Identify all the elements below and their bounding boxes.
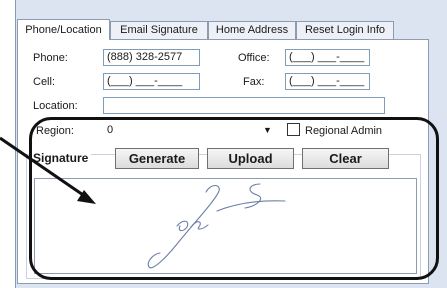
cell-label: Cell: [33,76,56,88]
tab-email-signature[interactable]: Email Signature [110,21,208,39]
location-field[interactable] [103,97,385,114]
clear-button[interactable]: Clear [302,148,389,169]
tab-home-address[interactable]: Home Address [208,21,296,39]
signature-image [147,183,286,269]
region-value: 0 [107,124,114,136]
region-label: Region: [36,125,74,137]
regional-admin-label: Regional Admin [305,125,383,137]
phone-field[interactable]: (888) 328-2577 [103,49,200,66]
regional-admin-checkbox[interactable] [287,123,300,136]
fax-label: Fax: [243,76,265,88]
signature-pad[interactable] [34,178,417,274]
signature-title: Signature [30,151,92,165]
region-dropdown[interactable]: 0 [103,122,279,139]
tab-reset-login-info[interactable]: Reset Login Info [296,21,394,39]
generate-button[interactable]: Generate [115,148,199,169]
upload-button[interactable]: Upload [207,148,294,169]
office-field[interactable]: (___) ___-____ [285,49,370,66]
location-label: Location: [33,100,78,112]
chevron-down-icon[interactable]: ▼ [263,123,272,138]
phone-label: Phone: [33,52,68,64]
office-label: Office: [238,52,270,64]
cell-field[interactable]: (___) ___-____ [103,73,200,90]
tab-phone-location[interactable]: Phone/Location [17,19,110,40]
fax-field[interactable]: (___) ___-____ [285,73,370,90]
